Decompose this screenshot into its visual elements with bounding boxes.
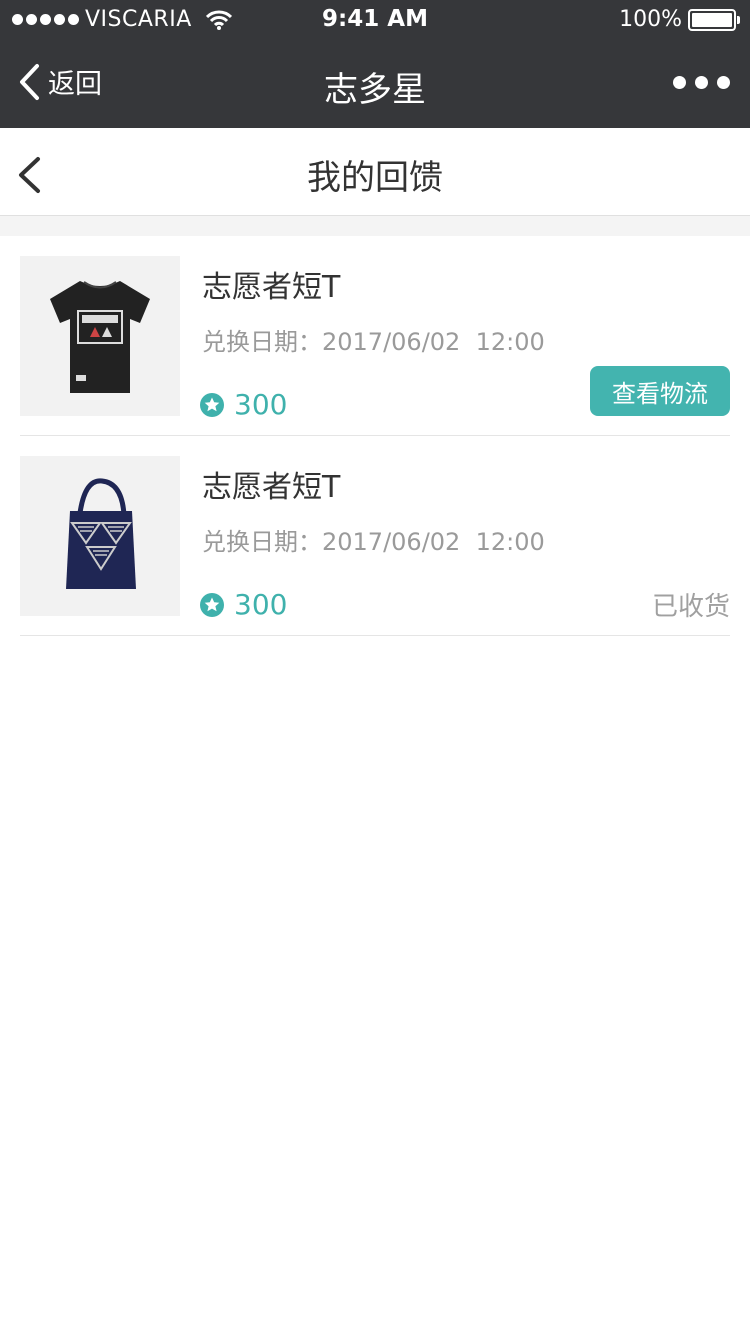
points-value: 300: [234, 388, 288, 421]
view-logistics-button[interactable]: 查看物流: [590, 366, 730, 416]
app-nav-bar: 返回 志多星: [0, 40, 750, 128]
status-bar: VISCARIA 9:41 AM 100%: [0, 0, 750, 40]
battery-icon: [688, 8, 740, 31]
points-display: 300: [200, 388, 287, 421]
product-title: 志愿者短T: [202, 270, 341, 305]
star-badge-icon: [200, 592, 224, 617]
more-menu-button[interactable]: [673, 76, 730, 89]
list-item[interactable]: 志愿者短T 兑换日期：2017/06/02 12:00 300 已收货: [20, 436, 730, 636]
product-image: [20, 456, 180, 616]
app-title: 志多星: [324, 70, 426, 110]
star-badge-icon: [200, 392, 224, 417]
points-value: 300: [234, 588, 288, 621]
more-dot-icon: [695, 76, 708, 89]
page-title: 我的回馈: [307, 158, 443, 198]
black-tshirt-icon: [50, 281, 150, 393]
tote-bag-icon: [66, 478, 136, 589]
more-dot-icon: [673, 76, 686, 89]
section-divider: [0, 216, 750, 236]
exchange-date: 兑换日期：2017/06/02 12:00: [202, 528, 545, 556]
product-title: 志愿者短T: [202, 470, 341, 505]
more-dot-icon: [717, 76, 730, 89]
points-display: 300: [200, 588, 287, 621]
reward-list: 志愿者短T 兑换日期：2017/06/02 12:00 300 查看物流 志愿者…: [0, 236, 750, 636]
battery-status: 100%: [619, 7, 740, 32]
product-image: [20, 256, 180, 416]
battery-percentage: 100%: [619, 7, 682, 32]
page-header: 我的回馈: [0, 128, 750, 216]
exchange-date: 兑换日期：2017/06/02 12:00: [202, 328, 545, 356]
delivery-status: 已收货: [651, 592, 730, 622]
list-item[interactable]: 志愿者短T 兑换日期：2017/06/02 12:00 300 查看物流: [20, 236, 730, 436]
